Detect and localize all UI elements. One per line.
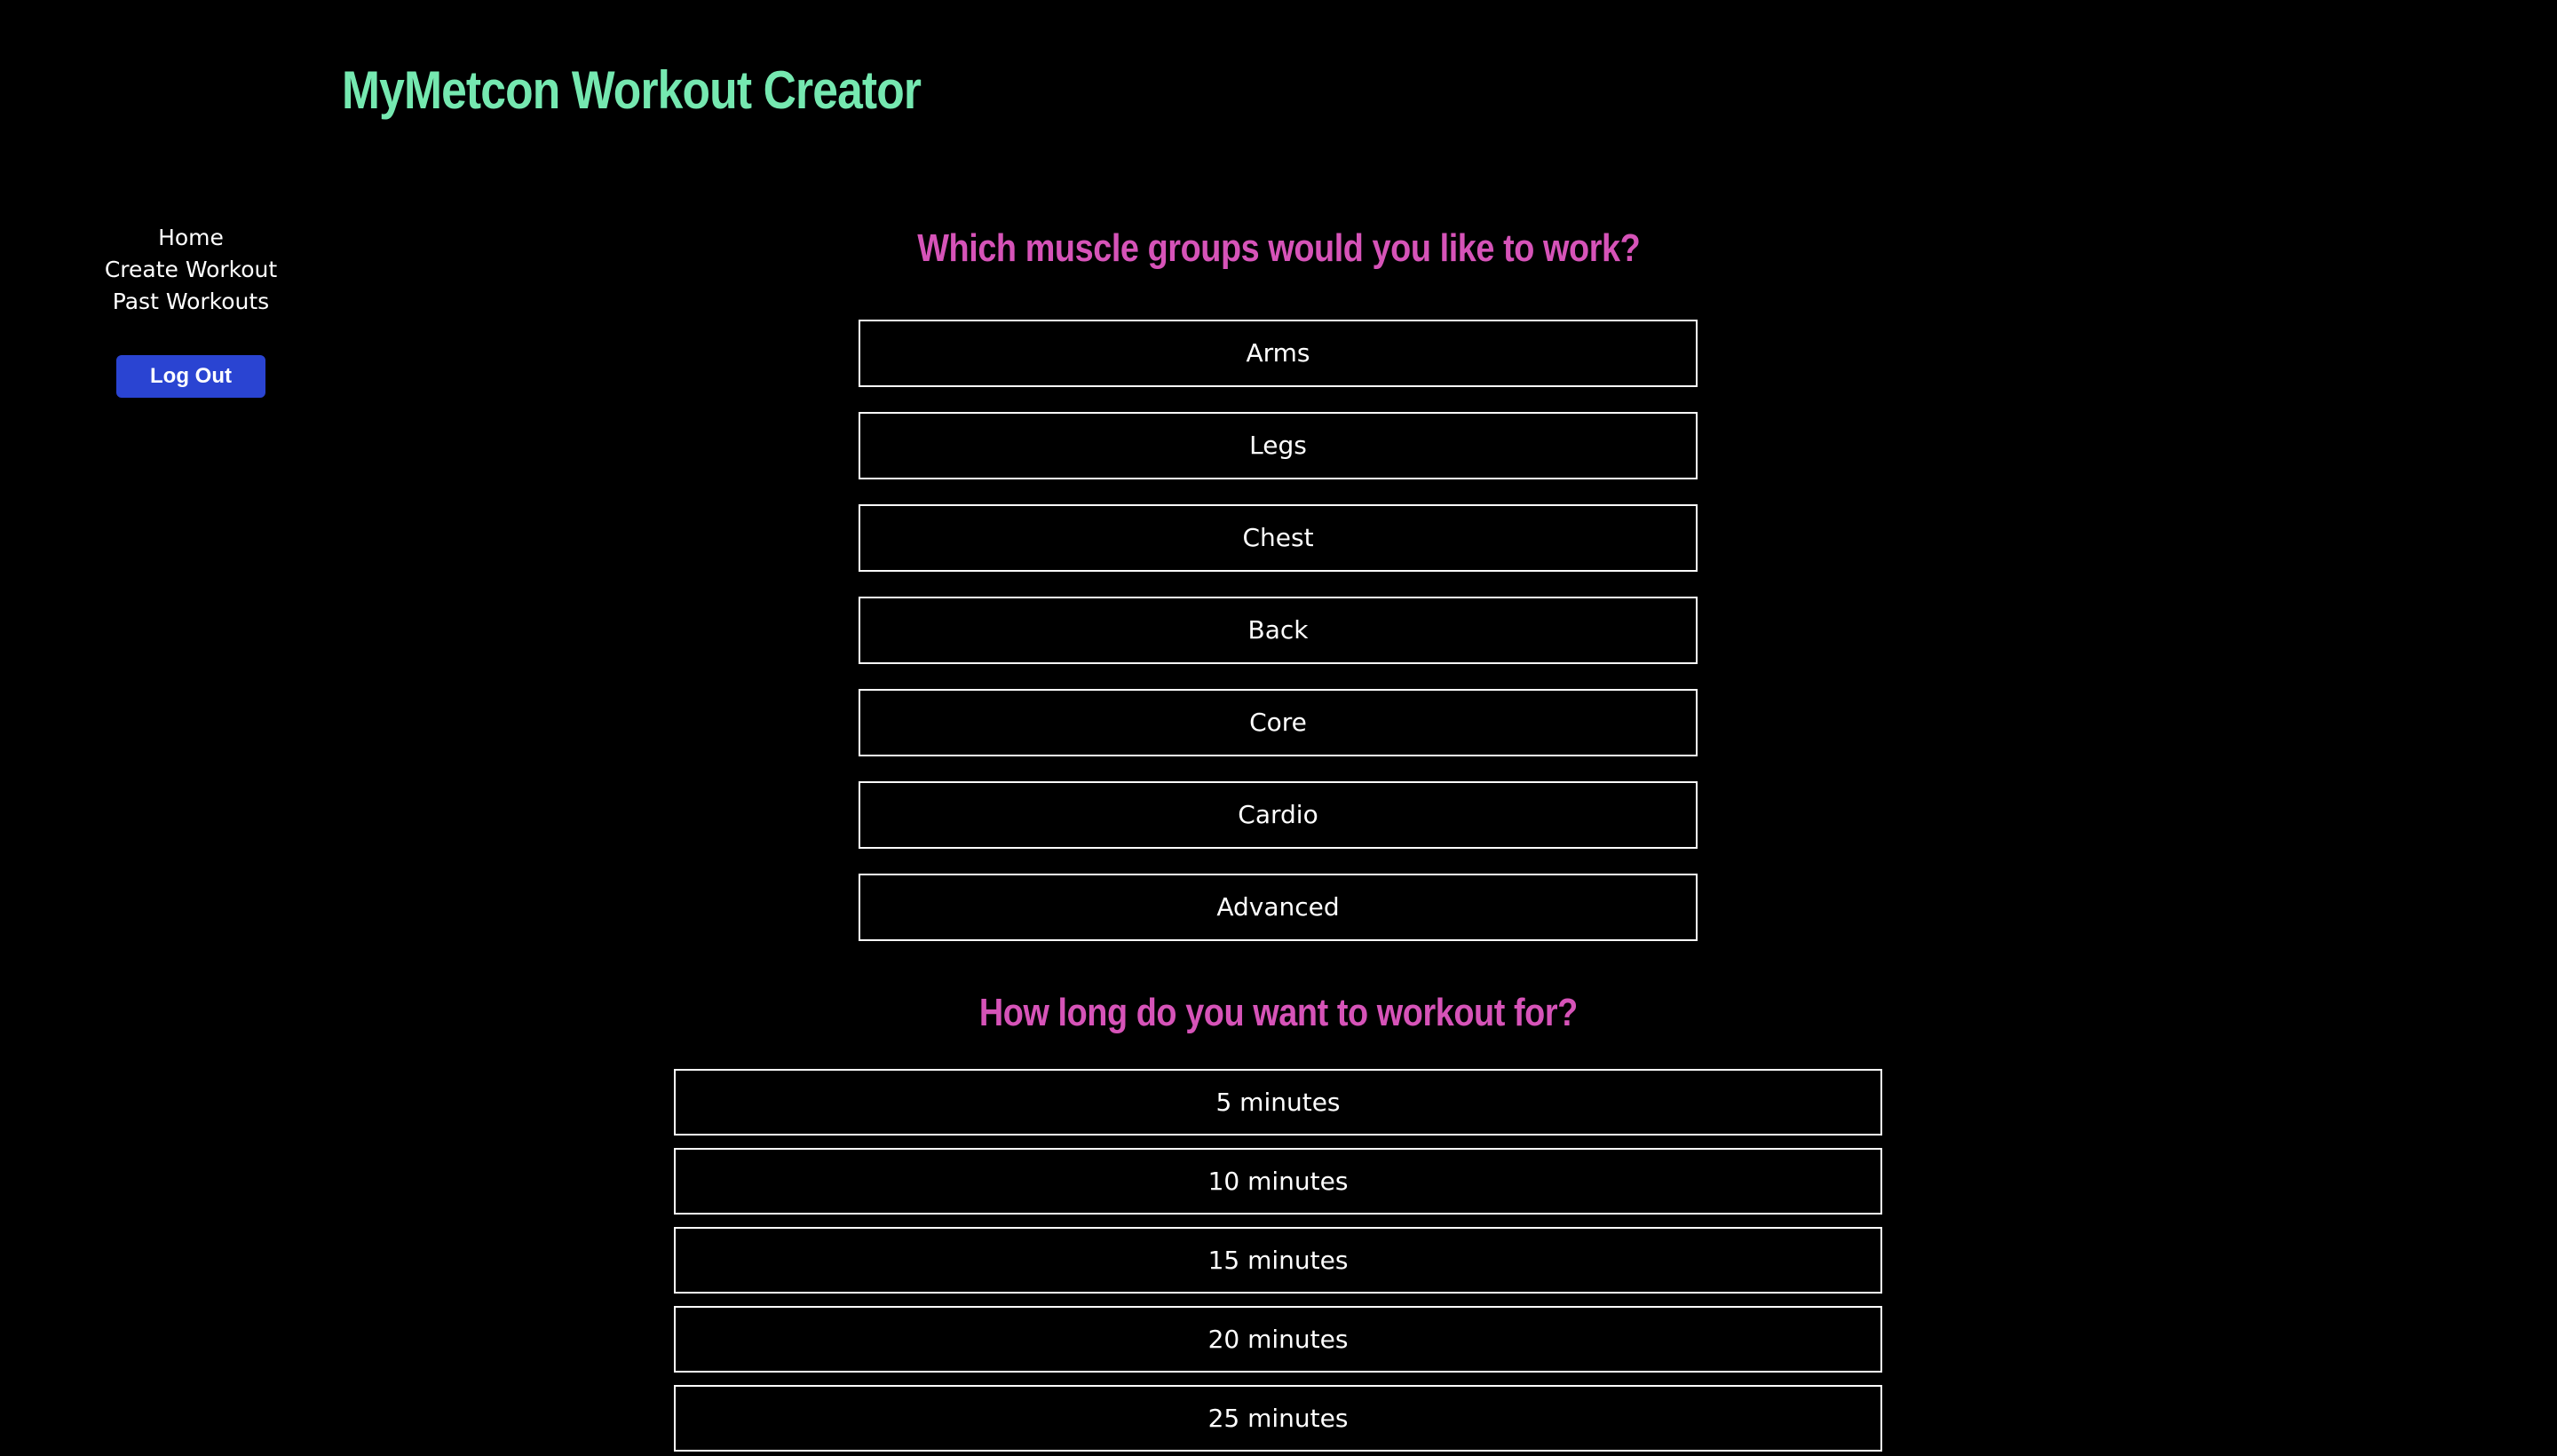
workout-creator-page: MyMetcon Workout Creator Home Create Wor… xyxy=(0,0,2557,1456)
muscle-groups-question-text: Which muscle groups would you like to wo… xyxy=(916,226,1641,270)
duration-option-25-minutes[interactable]: 25 minutes xyxy=(674,1385,1882,1452)
app-title: MyMetcon Workout Creator xyxy=(342,60,922,120)
muscle-option-arms[interactable]: Arms xyxy=(859,320,1698,387)
nav-item-past-workouts[interactable]: Past Workouts xyxy=(67,286,315,318)
muscle-option-back[interactable]: Back xyxy=(859,597,1698,664)
logout-button[interactable]: Log Out xyxy=(116,355,265,398)
muscle-option-core[interactable]: Core xyxy=(859,689,1698,756)
muscle-groups-question: Which muscle groups would you like to wo… xyxy=(0,222,2557,275)
duration-option-5-minutes[interactable]: 5 minutes xyxy=(674,1069,1882,1136)
muscle-option-legs[interactable]: Legs xyxy=(859,412,1698,479)
duration-option-10-minutes[interactable]: 10 minutes xyxy=(674,1148,1882,1215)
muscle-option-cardio[interactable]: Cardio xyxy=(859,781,1698,849)
duration-question-text: How long do you want to workout for? xyxy=(979,991,1578,1034)
duration-option-15-minutes[interactable]: 15 minutes xyxy=(674,1227,1882,1294)
muscle-option-advanced[interactable]: Advanced xyxy=(859,874,1698,941)
duration-option-20-minutes[interactable]: 20 minutes xyxy=(674,1306,1882,1373)
muscle-option-chest[interactable]: Chest xyxy=(859,504,1698,572)
duration-question: How long do you want to workout for? xyxy=(0,986,2557,1040)
